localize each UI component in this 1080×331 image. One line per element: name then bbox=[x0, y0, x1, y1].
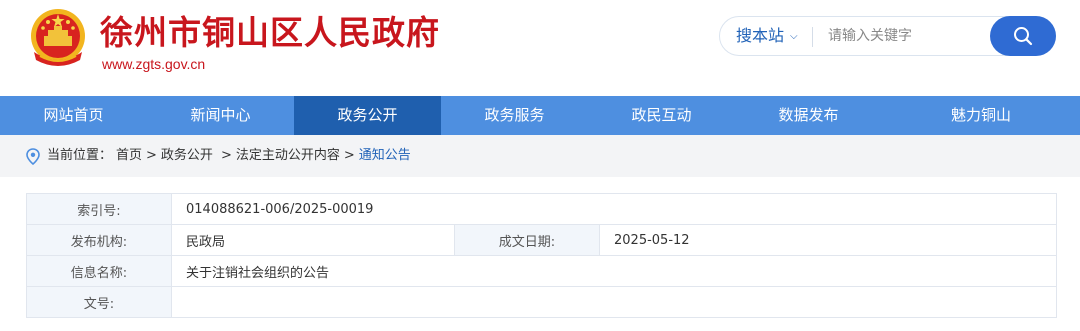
table-row: 文号: bbox=[26, 286, 1057, 318]
breadcrumb-statutory-disclosure[interactable]: 法定主动公开内容 bbox=[236, 148, 340, 163]
search-scope-label: 搜本站 bbox=[736, 26, 785, 45]
table-row: 索引号: 014088621-006/2025-00019 bbox=[26, 193, 1057, 225]
date-label: 成文日期: bbox=[454, 224, 600, 256]
date-value: 2025-05-12 bbox=[599, 224, 1057, 256]
national-emblem-icon[interactable] bbox=[26, 6, 90, 72]
site-header: 徐州市铜山区人民政府 www.zgts.gov.cn 搜本站 ⌵ bbox=[0, 0, 1080, 96]
search-box: 搜本站 ⌵ bbox=[719, 16, 1056, 56]
nav-item-gov-services[interactable]: 政务服务 bbox=[441, 96, 588, 135]
site-title[interactable]: 徐州市铜山区人民政府 bbox=[100, 11, 440, 55]
publisher-label: 发布机构: bbox=[26, 224, 172, 256]
nav-item-data-release[interactable]: 数据发布 bbox=[735, 96, 882, 135]
table-row: 发布机构: 民政局 成文日期: 2025-05-12 bbox=[26, 224, 1057, 256]
document-number-label: 文号: bbox=[26, 286, 172, 318]
breadcrumb-gov-affairs-open[interactable]: 政务公开 bbox=[161, 148, 213, 163]
table-row: 信息名称: 关于注销社会组织的公告 bbox=[26, 255, 1057, 287]
breadcrumb-prefix: 当前位置： bbox=[47, 148, 113, 163]
index-number-label: 索引号: bbox=[26, 193, 172, 225]
nav-item-home[interactable]: 网站首页 bbox=[0, 96, 147, 135]
search-divider bbox=[812, 27, 813, 47]
nav-item-interaction[interactable]: 政民互动 bbox=[588, 96, 735, 135]
site-domain: www.zgts.gov.cn bbox=[102, 56, 206, 72]
location-pin-icon bbox=[26, 148, 40, 165]
document-meta-table: 索引号: 014088621-006/2025-00019 发布机构: 民政局 … bbox=[26, 193, 1057, 318]
main-nav: 网站首页 新闻中心 政务公开 政务服务 政民互动 数据发布 魅力铜山 bbox=[0, 96, 1080, 135]
nav-item-charm-tongshan[interactable]: 魅力铜山 bbox=[882, 96, 1080, 135]
breadcrumb: 当前位置： 首页 > 政务公开 > 法定主动公开内容 > 通知公告 bbox=[0, 135, 1080, 177]
index-number-value: 014088621-006/2025-00019 bbox=[171, 193, 1057, 225]
nav-item-gov-affairs-open[interactable]: 政务公开 bbox=[294, 96, 441, 135]
search-icon bbox=[1014, 27, 1033, 46]
title-label: 信息名称: bbox=[26, 255, 172, 287]
search-input[interactable] bbox=[820, 21, 988, 51]
nav-item-news[interactable]: 新闻中心 bbox=[147, 96, 294, 135]
breadcrumb-home[interactable]: 首页 bbox=[116, 148, 142, 163]
breadcrumb-separator: > bbox=[343, 148, 355, 163]
chevron-down-icon: ⌵ bbox=[790, 31, 798, 42]
title-value: 关于注销社会组织的公告 bbox=[171, 255, 1057, 287]
document-number-value bbox=[171, 286, 1057, 318]
breadcrumb-separator: > bbox=[146, 148, 157, 163]
breadcrumb-separator: > bbox=[220, 148, 232, 163]
publisher-value: 民政局 bbox=[171, 224, 455, 256]
search-scope-dropdown[interactable]: 搜本站 ⌵ bbox=[736, 17, 798, 55]
breadcrumb-notices[interactable]: 通知公告 bbox=[359, 148, 411, 163]
search-button[interactable] bbox=[990, 16, 1056, 56]
